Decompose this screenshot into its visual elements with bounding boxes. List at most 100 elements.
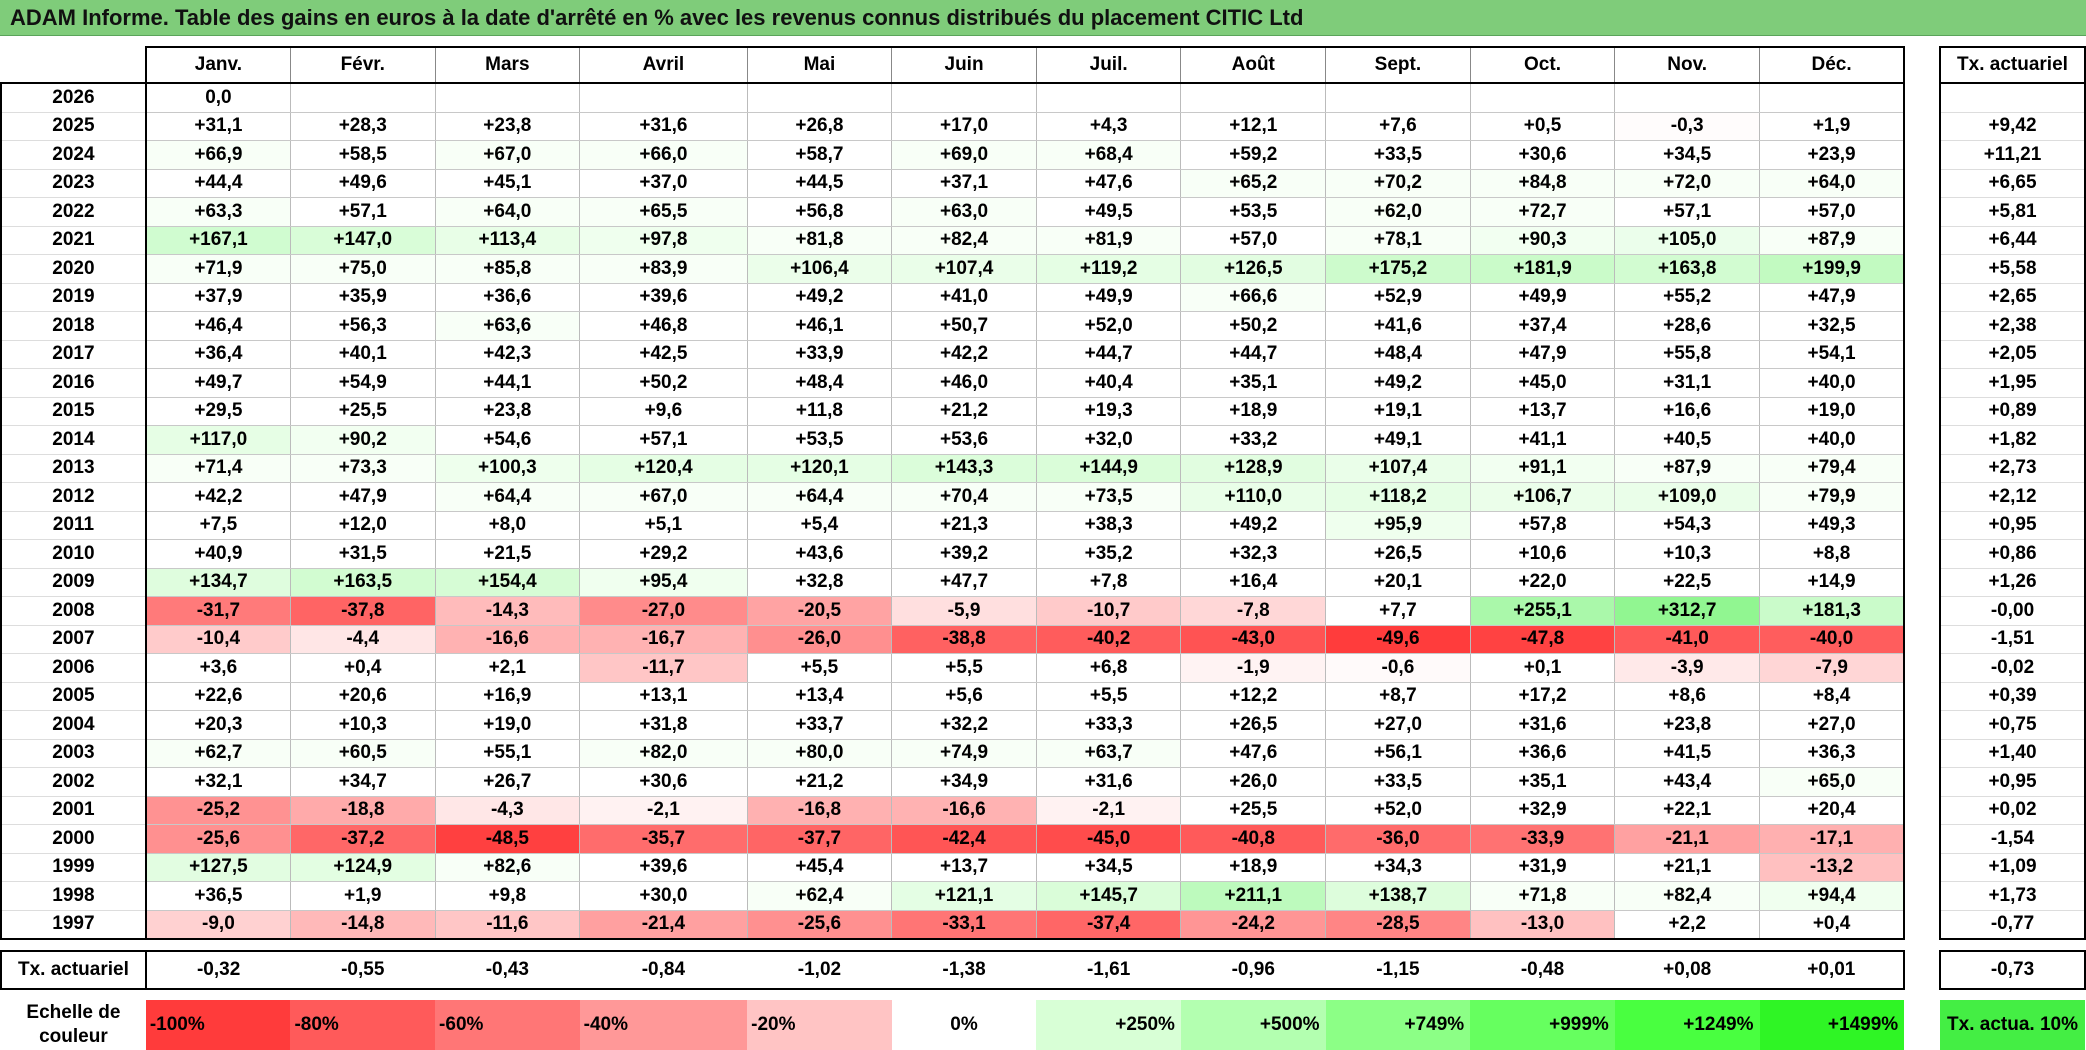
value-cell: +32,0 bbox=[1035, 425, 1182, 455]
value-cell: +23,8 bbox=[434, 112, 581, 141]
value-cell: +36,4 bbox=[145, 340, 291, 369]
value-cell: +163,5 bbox=[289, 568, 436, 597]
value-cell: +33,2 bbox=[1180, 425, 1327, 455]
value-cell: +44,7 bbox=[1180, 340, 1327, 369]
value-cell: +5,1 bbox=[579, 511, 748, 540]
footer-row: Tx. actuariel -0,32 -0,55 -0,43 -0,84 -1,02 -1… bbox=[0, 950, 2086, 990]
value-cell: +23,8 bbox=[1614, 710, 1760, 740]
value-cell: -38,8 bbox=[891, 625, 1037, 654]
value-cell: +134,7 bbox=[145, 568, 291, 597]
value-cell: +20,6 bbox=[289, 682, 436, 711]
value-cell: -37,4 bbox=[1035, 910, 1182, 940]
value-cell: -26,0 bbox=[746, 625, 893, 654]
value-cell: +126,5 bbox=[1180, 254, 1327, 284]
value-cell: +36,3 bbox=[1759, 739, 1906, 768]
month-header: Janv. bbox=[144, 46, 291, 84]
value-cell: -42,4 bbox=[891, 824, 1037, 854]
value-cell: +0,4 bbox=[289, 653, 436, 683]
value-cell: +57,1 bbox=[1614, 197, 1760, 227]
color-scale-swatch: +999% bbox=[1470, 1000, 1615, 1050]
value-cell: +8,8 bbox=[1759, 539, 1906, 569]
value-cell: +5,5 bbox=[746, 653, 893, 683]
spacer-cell bbox=[290, 939, 436, 951]
spacer-cell bbox=[1036, 989, 1181, 1000]
value-cell: +181,9 bbox=[1469, 254, 1616, 284]
value-cell: +27,0 bbox=[1759, 710, 1906, 740]
value-cell: +54,1 bbox=[1759, 340, 1906, 369]
year-cell: 2002 bbox=[0, 767, 147, 797]
value-cell: +79,9 bbox=[1759, 482, 1906, 512]
year-cell: 2023 bbox=[0, 169, 147, 198]
table-row: 2019 +37,9 +35,9 +36,6 +39,6 +49,2 +41,0 +49,9 +… bbox=[0, 283, 2086, 312]
rate-cell: -0,00 bbox=[1939, 596, 2086, 626]
value-cell: -28,5 bbox=[1325, 910, 1471, 940]
value-cell: +31,6 bbox=[1035, 767, 1182, 797]
value-cell: +13,4 bbox=[746, 682, 893, 711]
color-scale-swatch: +500% bbox=[1180, 1000, 1326, 1050]
value-cell: +97,8 bbox=[579, 226, 748, 255]
value-cell: +73,3 bbox=[289, 454, 436, 483]
value-cell: -11,6 bbox=[434, 910, 581, 940]
rate-header: Tx. actuariel bbox=[1939, 46, 2086, 84]
gap-cell bbox=[1904, 653, 1940, 682]
gap-cell bbox=[1904, 47, 1940, 83]
gap-cell bbox=[1904, 710, 1940, 739]
value-cell: +118,2 bbox=[1325, 482, 1471, 512]
value-cell: -5,9 bbox=[891, 596, 1037, 626]
gap-cell bbox=[1904, 596, 1940, 625]
value-cell: +4,3 bbox=[1035, 112, 1182, 141]
value-cell: +81,8 bbox=[746, 226, 893, 255]
gap-cell bbox=[1904, 311, 1940, 340]
month-header: Août bbox=[1180, 46, 1327, 84]
value-cell: +1,9 bbox=[1759, 112, 1906, 141]
value-cell: +34,9 bbox=[891, 767, 1037, 797]
value-cell: +83,9 bbox=[579, 254, 748, 284]
value-cell: +49,3 bbox=[1759, 511, 1906, 540]
value-cell: +47,7 bbox=[891, 568, 1037, 597]
value-cell bbox=[434, 83, 581, 113]
gap-cell bbox=[1904, 397, 1940, 426]
value-cell: +71,8 bbox=[1469, 881, 1616, 911]
value-cell: +43,4 bbox=[1614, 767, 1760, 797]
value-cell: +62,4 bbox=[746, 881, 893, 911]
gap-cell bbox=[1904, 682, 1940, 711]
value-cell: +12,0 bbox=[289, 511, 436, 540]
value-cell: +106,7 bbox=[1469, 482, 1616, 512]
value-cell: +32,9 bbox=[1469, 796, 1616, 825]
value-cell: +113,4 bbox=[434, 226, 581, 255]
gap-cell bbox=[1904, 511, 1940, 540]
year-cell: 2014 bbox=[0, 425, 147, 455]
value-cell: +12,2 bbox=[1180, 682, 1327, 711]
value-cell: +10,3 bbox=[289, 710, 436, 740]
rate-cell: +0,02 bbox=[1939, 796, 2086, 825]
value-cell: +26,8 bbox=[746, 112, 893, 141]
corner-cell bbox=[1, 47, 146, 83]
value-cell: +109,0 bbox=[1614, 482, 1760, 512]
value-cell: -9,0 bbox=[145, 910, 291, 940]
value-cell: +13,1 bbox=[579, 682, 748, 711]
value-cell: -16,6 bbox=[434, 625, 581, 654]
gap-cell bbox=[1904, 625, 1940, 654]
value-cell: +2,2 bbox=[1614, 910, 1760, 940]
value-cell: -16,6 bbox=[891, 796, 1037, 825]
value-cell: +37,0 bbox=[579, 169, 748, 198]
value-cell: +167,1 bbox=[145, 226, 291, 255]
value-cell: -36,0 bbox=[1325, 824, 1471, 854]
spacer-cell bbox=[1759, 989, 1905, 1000]
value-cell: +21,2 bbox=[891, 397, 1037, 426]
value-cell: +0,4 bbox=[1759, 910, 1906, 940]
gap-cell bbox=[1904, 796, 1940, 825]
value-cell: +19,1 bbox=[1325, 397, 1471, 426]
table-row: 2000 -25,6 -37,2 -48,5 -35,7 -37,7 -42,4 -45,0-… bbox=[0, 824, 2086, 854]
value-cell: +82,0 bbox=[579, 739, 748, 768]
gap-cell bbox=[1904, 739, 1940, 768]
value-cell: +32,5 bbox=[1759, 311, 1906, 341]
value-cell: +41,6 bbox=[1325, 311, 1471, 341]
value-cell: +163,8 bbox=[1614, 254, 1760, 284]
value-cell: +56,1 bbox=[1325, 739, 1471, 768]
value-cell: -47,8 bbox=[1469, 625, 1616, 654]
table-row: 2016 +49,7 +54,9 +44,1 +50,2 +48,4 +46,0 +40,4 +… bbox=[0, 368, 2086, 398]
rate-cell: +2,38 bbox=[1939, 311, 2086, 341]
value-cell: +38,3 bbox=[1035, 511, 1182, 540]
value-cell: +43,6 bbox=[746, 539, 893, 569]
